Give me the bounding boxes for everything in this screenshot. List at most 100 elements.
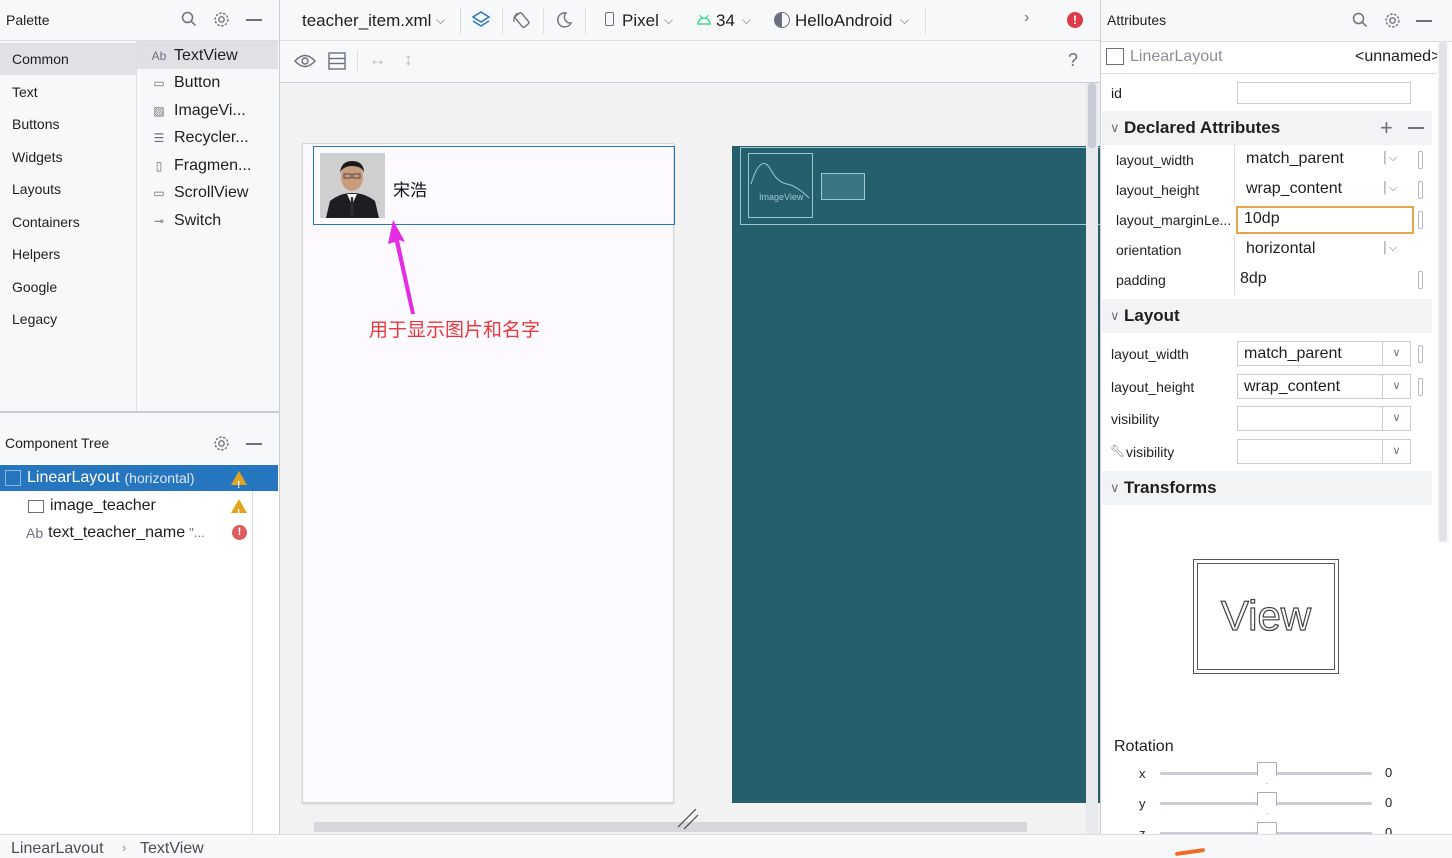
resource-picker-icon[interactable] [1418, 378, 1423, 396]
palette-item-textview[interactable]: Ab TextView [150, 43, 238, 69]
component-tree-title: Component Tree [5, 435, 110, 451]
slider-thumb[interactable] [1257, 762, 1277, 784]
palette-item-scrollview[interactable]: ▭ ScrollView [150, 180, 248, 206]
file-name[interactable]: teacher_item.xml [302, 11, 431, 31]
breadcrumb-item[interactable]: TextView [140, 840, 204, 858]
api-level-selector[interactable]: 34 [716, 11, 735, 31]
theme-selector[interactable]: HelloAndroid [795, 11, 892, 31]
category-google[interactable]: Google [0, 271, 136, 303]
horizontal-scrollbar[interactable] [314, 822, 1027, 832]
search-icon[interactable] [180, 10, 198, 28]
eye-icon[interactable] [294, 52, 316, 70]
chevron-down-icon[interactable]: │⌵ [1382, 182, 1397, 195]
annotation-text: 用于显示图片和名字 [369, 320, 541, 341]
layout-height-dropdown[interactable]: wrap_content ∨ [1237, 374, 1411, 399]
category-widgets[interactable]: Widgets [0, 141, 136, 173]
chevron-down-icon[interactable]: │⌵ [1382, 242, 1397, 255]
list-layout-icon[interactable] [328, 52, 346, 70]
blueprint-textview[interactable] [821, 173, 865, 200]
vertical-expand-icon[interactable]: ↕ [404, 50, 413, 70]
chevron-down-icon[interactable]: ⌵ [436, 13, 445, 28]
error-icon[interactable]: ! [232, 525, 247, 540]
padding-value[interactable]: 8dp [1234, 267, 1267, 293]
blueprint-imageview[interactable]: ImageView [748, 153, 813, 218]
category-layouts[interactable]: Layouts [0, 173, 136, 205]
minimize-icon[interactable] [1416, 20, 1432, 22]
warning-icon[interactable] [231, 471, 247, 499]
category-common[interactable]: Common [0, 43, 136, 75]
minimize-icon[interactable] [246, 443, 262, 445]
palette-item-label: Recycler... [174, 129, 249, 146]
gear-icon[interactable] [212, 10, 230, 28]
minimize-icon[interactable] [246, 19, 262, 21]
search-icon[interactable] [1351, 11, 1369, 29]
orientation-value[interactable]: horizontal [1240, 237, 1315, 263]
night-mode-icon[interactable] [553, 9, 575, 31]
remove-icon[interactable] [1408, 127, 1424, 129]
tree-row-image-teacher[interactable]: image_teacher [0, 493, 252, 527]
teacher-photo[interactable] [320, 153, 385, 218]
vertical-scrollbar[interactable] [1086, 83, 1098, 834]
category-legacy[interactable]: Legacy [0, 303, 136, 335]
palette-item-recyclerview[interactable]: ☰ Recycler... [150, 125, 249, 151]
category-text[interactable]: Text [0, 76, 136, 108]
design-preview[interactable]: 宋浩 用于显示图片和名字 [302, 143, 675, 803]
blueprint-linearlayout[interactable]: ImageView [740, 147, 1100, 225]
chevron-down-icon[interactable]: ∨ [1382, 375, 1410, 398]
orientation-icon[interactable] [511, 9, 533, 31]
category-containers[interactable]: Containers [0, 206, 136, 238]
resource-picker-icon[interactable] [1418, 151, 1423, 169]
teacher-name[interactable]: 宋浩 [393, 176, 427, 201]
chevron-right-icon[interactable]: › [1024, 9, 1029, 27]
chevron-down-icon[interactable]: ∨ [1110, 299, 1120, 333]
visibility-dropdown[interactable]: ∨ [1237, 406, 1411, 431]
chevron-down-icon[interactable]: ∨ [1110, 471, 1120, 505]
layout-margin-left-input[interactable]: 10dp [1238, 207, 1280, 233]
resource-picker-icon[interactable] [1418, 211, 1423, 229]
slider-thumb[interactable] [1257, 792, 1277, 814]
declared-attributes-header[interactable]: ∨ Declared Attributes + [1102, 111, 1432, 145]
horizontal-expand-icon[interactable]: ↔ [369, 50, 386, 70]
gear-icon[interactable] [1383, 11, 1401, 29]
gear-icon[interactable] [212, 434, 230, 452]
resource-picker-icon[interactable] [1418, 271, 1423, 289]
palette-item-button[interactable]: ▭ Button [150, 70, 220, 96]
device-selector[interactable]: Pixel [622, 11, 659, 31]
add-icon[interactable]: + [1380, 111, 1393, 145]
category-buttons[interactable]: Buttons [0, 108, 136, 140]
chevron-down-icon[interactable]: ⌵ [900, 13, 909, 28]
id-input[interactable] [1237, 82, 1411, 104]
tree-row-text-teacher-name[interactable]: Ab text_teacher_name "... ! [0, 520, 252, 546]
chevron-down-icon[interactable]: ∨ [1110, 111, 1120, 145]
breadcrumb-item[interactable]: LinearLavout [11, 840, 104, 858]
blueprint-preview[interactable]: ImageView [732, 146, 1100, 803]
layers-icon[interactable] [470, 9, 492, 31]
tree-row-linearlayout[interactable]: LinearLayout (horizontal) [0, 465, 278, 499]
resource-picker-icon[interactable] [1418, 345, 1423, 363]
warning-icon[interactable] [231, 499, 247, 527]
slider-thumb[interactable] [1257, 822, 1277, 834]
resource-picker-icon[interactable] [1418, 181, 1423, 199]
linearlayout-selection[interactable]: 宋浩 [313, 146, 675, 225]
layout-height-value[interactable]: wrap_content [1240, 177, 1342, 203]
error-icon[interactable]: ! [1067, 12, 1083, 28]
chevron-down-icon[interactable]: ⌵ [742, 13, 751, 28]
transforms-header[interactable]: ∨ Transforms [1102, 471, 1432, 505]
design-canvas[interactable]: 宋浩 用于显示图片和名字 ImageView [280, 83, 1100, 834]
chevron-down-icon[interactable]: ⌵ [664, 13, 673, 28]
chevron-down-icon[interactable]: ∨ [1382, 407, 1410, 430]
layout-header[interactable]: ∨ Layout [1102, 299, 1432, 333]
tools-visibility-dropdown[interactable]: ∨ [1237, 439, 1411, 464]
palette-item-imageview[interactable]: ▨ ImageVi... [150, 98, 245, 124]
palette-item-switch[interactable]: ⊸ Switch [150, 208, 221, 234]
layout-width-value[interactable]: match_parent [1240, 147, 1344, 173]
chevron-down-icon[interactable]: ∨ [1382, 342, 1410, 365]
help-icon[interactable]: ? [1068, 50, 1078, 71]
category-helpers[interactable]: Helpers [0, 238, 136, 270]
palette-item-fragment[interactable]: ▯ Fragmen... [150, 153, 252, 179]
chevron-down-icon[interactable]: │⌵ [1382, 152, 1397, 165]
chevron-down-icon[interactable]: ∨ [1382, 440, 1410, 463]
attributes-scrollbar[interactable] [1437, 42, 1449, 542]
layout-width-dropdown[interactable]: match_parent ∨ [1237, 341, 1411, 366]
resize-handle-icon[interactable] [676, 807, 700, 831]
